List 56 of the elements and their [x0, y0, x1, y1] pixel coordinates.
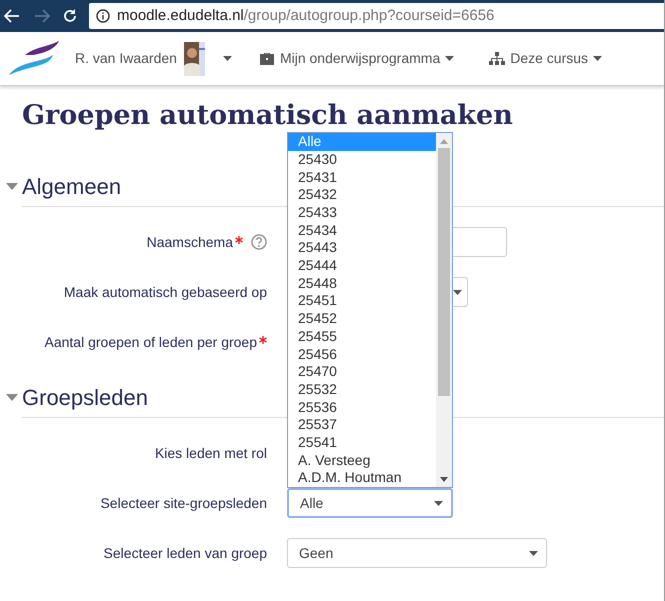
- field-label: Aantal groepen of leden per groep: [44, 332, 257, 352]
- field-label: Maak automatisch gebaseerd op: [64, 282, 267, 302]
- dropdown-option[interactable]: 25537: [288, 416, 436, 434]
- forward-icon[interactable]: [34, 9, 50, 23]
- caret-icon: [434, 500, 443, 506]
- dropdown-option[interactable]: 25433: [288, 204, 436, 222]
- briefcase-icon: [258, 52, 275, 66]
- dropdown-option[interactable]: 25448: [288, 274, 436, 292]
- page-title: Groepen automatisch aanmaken: [22, 99, 514, 133]
- reload-icon[interactable]: [62, 8, 78, 24]
- user-menu-caret-icon: [222, 56, 232, 61]
- dropdown-option[interactable]: 25536: [288, 398, 436, 416]
- dropdown-option[interactable]: 25451: [288, 292, 436, 310]
- scrollbar[interactable]: [436, 133, 452, 487]
- logo-icon[interactable]: [7, 40, 59, 76]
- back-icon[interactable]: [4, 9, 20, 23]
- dropdown-option[interactable]: 25456: [288, 346, 436, 364]
- dropdown-option[interactable]: 25432: [288, 186, 436, 204]
- dropdown-option[interactable]: 25443: [288, 239, 436, 258]
- dropdown-option[interactable]: 25444: [288, 257, 436, 275]
- dropdown-option[interactable]: 25455: [288, 328, 436, 346]
- collapse-icon[interactable]: [6, 182, 18, 190]
- dropdown-option[interactable]: 25470: [288, 363, 436, 381]
- caret-icon: [593, 56, 602, 61]
- nav-menu[interactable]: Deze cursus: [510, 48, 588, 69]
- collapse-icon[interactable]: [6, 394, 18, 402]
- caret-icon: [529, 550, 538, 556]
- user-name[interactable]: R. van Iwaarden: [75, 48, 177, 69]
- url-text: moodle.edudelta.nl/group/autogroup.php?courseid=6656: [117, 6, 494, 26]
- required-icon: [235, 236, 243, 244]
- dropdown-option[interactable]: A.D.M. Houtman: [288, 469, 436, 487]
- dropdown-option[interactable]: 25532: [288, 380, 436, 399]
- field-label: Kies leden met rol: [154, 444, 267, 462]
- scroll-down-icon[interactable]: [440, 477, 448, 482]
- dropdown-option[interactable]: 25434: [288, 222, 436, 240]
- caret-icon: [453, 290, 462, 294]
- sitemap-icon: [489, 52, 506, 66]
- section-heading[interactable]: Algemeen: [22, 170, 122, 203]
- info-icon: [96, 9, 110, 23]
- caret-icon: [445, 56, 454, 61]
- nav-menu[interactable]: Mijn onderwijsprogramma: [280, 48, 440, 69]
- help-icon[interactable]: [251, 234, 267, 250]
- field-label: Selecteer site-groepsleden: [100, 494, 267, 513]
- select-field[interactable]: Geen: [287, 538, 547, 568]
- section-heading[interactable]: Groepsleden: [22, 381, 148, 414]
- dropdown-option[interactable]: 25430: [288, 150, 436, 169]
- field-label: Selecteer leden van groep: [104, 544, 267, 563]
- dropdown-option[interactable]: 25431: [288, 168, 436, 186]
- dropdown-option[interactable]: A. Versteeg: [288, 452, 436, 470]
- select-field[interactable]: Alle: [287, 488, 453, 518]
- required-icon: [259, 336, 267, 344]
- dropdown-option[interactable]: 25452: [288, 310, 436, 328]
- field-label: Naamschema: [146, 232, 233, 252]
- scroll-up-icon[interactable]: [440, 139, 448, 144]
- address-bar[interactable]: moodle.edudelta.nl/group/autogroup.php?courseid=6656: [89, 3, 664, 29]
- dropdown-option[interactable]: 25541: [288, 434, 436, 452]
